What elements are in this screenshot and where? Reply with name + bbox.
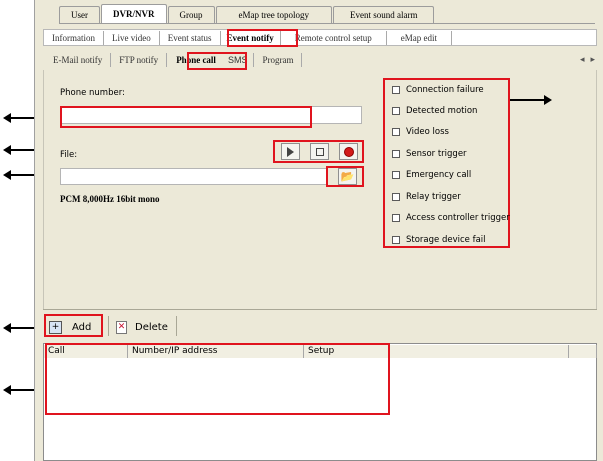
event-label: Video loss bbox=[406, 127, 449, 137]
event-sensor-trigger[interactable]: Sensor trigger bbox=[392, 149, 467, 159]
main-tab-bar: User DVR/NVR Group eMap tree topology Ev… bbox=[59, 4, 595, 24]
tab-emap-tree-topology[interactable]: eMap tree topology bbox=[215, 6, 332, 23]
phone-number-label: Phone number: bbox=[60, 88, 125, 98]
highlight-phone-call-tab bbox=[187, 52, 247, 70]
scroll-left-arrow-icon[interactable]: ◂ bbox=[580, 55, 585, 65]
highlight-playback-controls bbox=[273, 140, 364, 163]
annotation-arrow bbox=[510, 99, 544, 101]
subtab-emap-edit[interactable]: eMap edit bbox=[387, 30, 452, 45]
event-label: Detected motion bbox=[406, 106, 478, 116]
subtab-live-video[interactable]: Live video bbox=[104, 30, 160, 45]
tab-group[interactable]: Group bbox=[167, 6, 215, 23]
subtab-information[interactable]: Information bbox=[44, 30, 104, 45]
checkbox[interactable] bbox=[392, 128, 400, 136]
event-storage-device-fail[interactable]: Storage device fail bbox=[392, 235, 486, 245]
tab-ftp-notify[interactable]: FTP notify bbox=[111, 53, 168, 67]
column-header-filler bbox=[569, 345, 597, 358]
event-emergency-call[interactable]: Emergency call bbox=[392, 170, 471, 180]
event-notify-window: User DVR/NVR Group eMap tree topology Ev… bbox=[34, 0, 603, 461]
checkbox[interactable] bbox=[392, 236, 400, 244]
tab-program[interactable]: Program bbox=[254, 53, 303, 67]
event-label: Emergency call bbox=[406, 170, 472, 180]
toolbar-divider bbox=[108, 316, 109, 336]
tab-user[interactable]: User bbox=[59, 6, 100, 23]
checkbox[interactable] bbox=[392, 150, 400, 158]
delete-icon: ✕ bbox=[116, 320, 127, 334]
checkbox[interactable] bbox=[392, 86, 400, 94]
delete-button[interactable]: ✕ Delete bbox=[116, 316, 168, 338]
tab-email-notify[interactable]: E-Mail notify bbox=[45, 53, 112, 67]
annotation-arrowhead bbox=[3, 145, 11, 155]
event-label: Connection failure bbox=[406, 85, 484, 95]
toolbar-divider bbox=[176, 316, 177, 336]
annotation-arrowhead bbox=[3, 170, 11, 180]
event-access-controller-trigger[interactable]: Access controller trigger bbox=[392, 213, 510, 223]
event-label: Access controller trigger bbox=[406, 213, 510, 223]
tab-dvr-nvr[interactable]: DVR/NVR bbox=[101, 4, 167, 23]
event-label: Storage device fail bbox=[406, 235, 486, 245]
highlight-add-button bbox=[44, 314, 103, 337]
checkbox[interactable] bbox=[392, 171, 400, 179]
notify-tab-bar: E-Mail notify FTP notify Phone call SMS … bbox=[45, 52, 597, 68]
toolbar-separator bbox=[43, 309, 597, 310]
annotation-arrowhead bbox=[544, 95, 552, 105]
sub-tab-bar: Information Live video Event status Even… bbox=[43, 29, 597, 46]
scroll-right-arrow-icon[interactable]: ▸ bbox=[590, 55, 595, 65]
highlight-browse-button bbox=[326, 166, 364, 187]
event-relay-trigger[interactable]: Relay trigger bbox=[392, 192, 461, 202]
event-label: Sensor trigger bbox=[406, 149, 467, 159]
annotation-arrowhead bbox=[3, 323, 11, 333]
tab-event-sound-alarm[interactable]: Event sound alarm bbox=[332, 6, 435, 23]
annotation-arrowhead bbox=[3, 113, 11, 123]
annotation-arrowhead bbox=[3, 385, 11, 395]
event-detected-motion[interactable]: Detected motion bbox=[392, 106, 477, 116]
checkbox[interactable] bbox=[392, 107, 400, 115]
file-label: File: bbox=[60, 150, 78, 160]
highlight-call-list bbox=[45, 343, 390, 415]
event-connection-failure[interactable]: Connection failure bbox=[392, 85, 484, 95]
checkbox[interactable] bbox=[392, 214, 400, 222]
audio-format-text: PCM 8,000Hz 16bit mono bbox=[60, 194, 160, 204]
checkbox[interactable] bbox=[392, 193, 400, 201]
event-label: Relay trigger bbox=[406, 192, 461, 202]
subtab-event-status[interactable]: Event status bbox=[160, 30, 221, 45]
highlight-event-notify-tab bbox=[227, 29, 298, 47]
delete-label: Delete bbox=[135, 321, 168, 333]
highlight-phone-number-input bbox=[60, 106, 312, 128]
event-video-loss[interactable]: Video loss bbox=[392, 127, 449, 137]
file-path-input[interactable] bbox=[60, 168, 328, 185]
